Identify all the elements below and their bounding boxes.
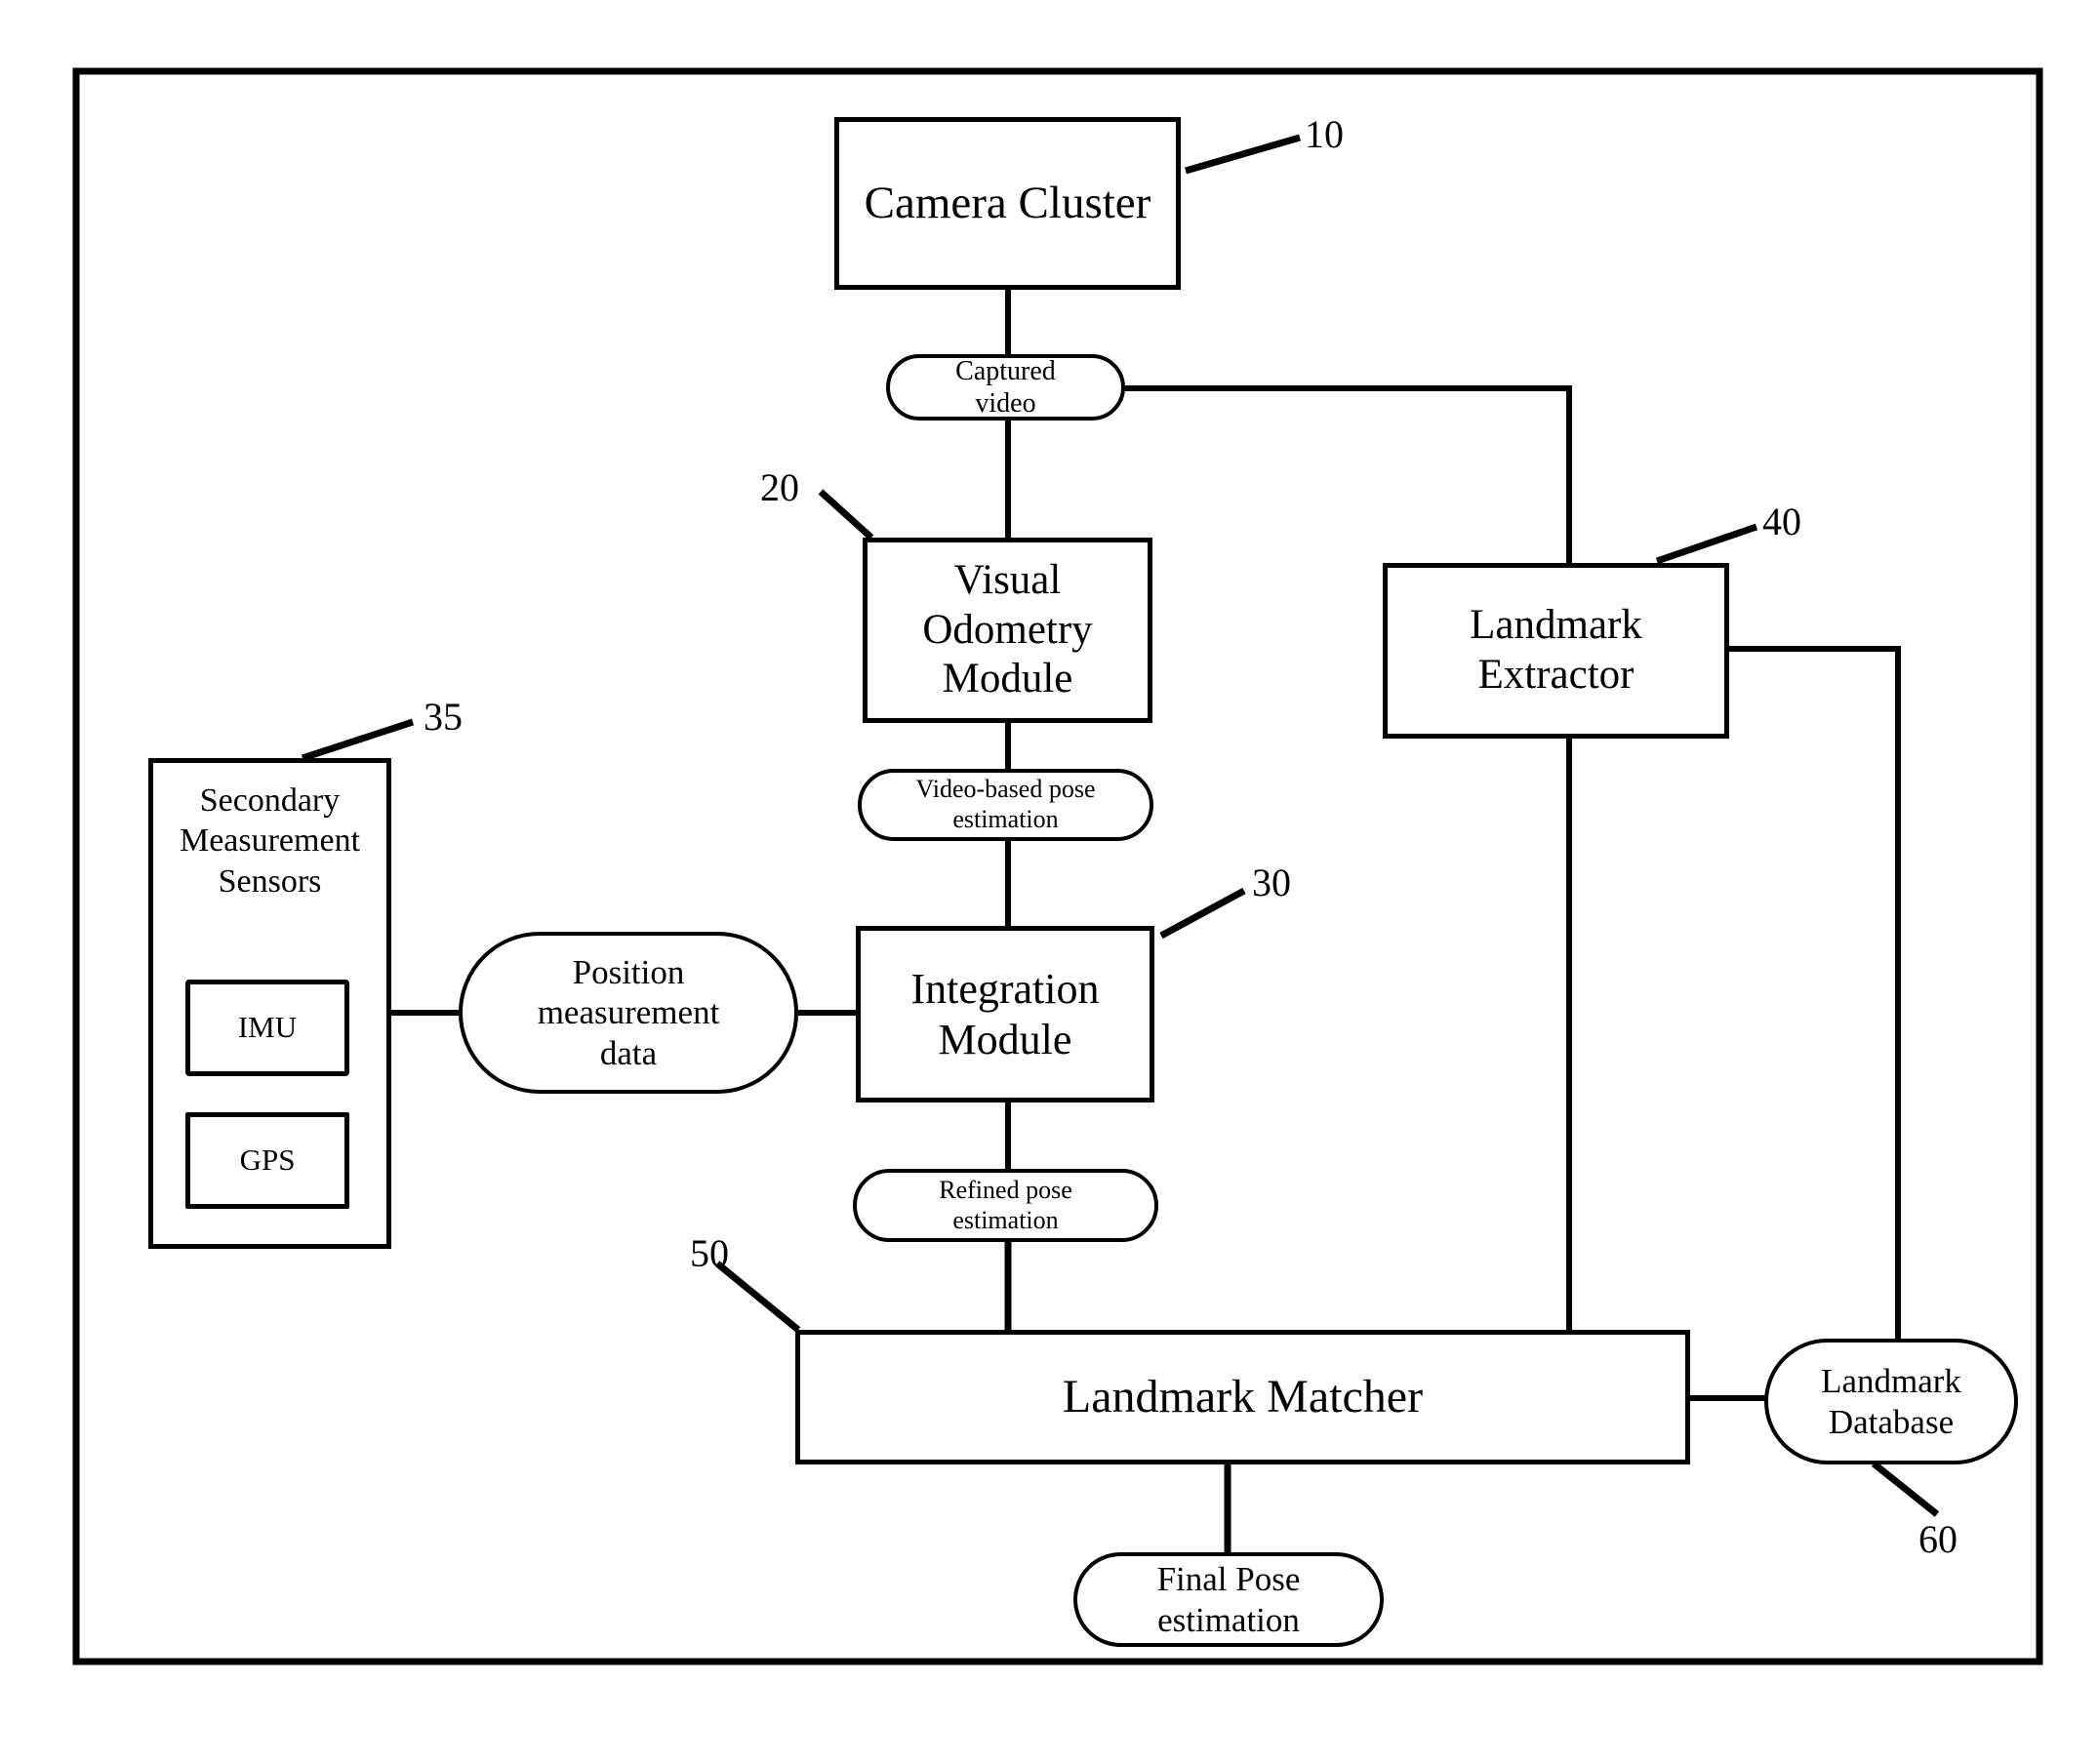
node-refined-pose-label: Refined pose estimation — [939, 1175, 1072, 1234]
node-secondary-measurement-sensors-label: Secondary Measurement Sensors — [179, 782, 361, 900]
node-position-measurement-data-label: Position measurement data — [537, 953, 720, 1072]
node-landmark-extractor[interactable]: Landmark Extractor — [1383, 563, 1729, 739]
node-captured-video-label: Captured video — [955, 355, 1056, 419]
node-visual-odometry-module[interactable]: Visual Odometry Module — [863, 538, 1152, 723]
node-final-pose[interactable]: Final Pose estimation — [1073, 1552, 1384, 1647]
node-video-based-pose-label: Video-based pose estimation — [915, 775, 1096, 833]
node-landmark-database-label: Landmark Database — [1821, 1362, 1961, 1441]
node-captured-video[interactable]: Captured video — [886, 354, 1125, 421]
node-landmark-extractor-label: Landmark Extractor — [1470, 602, 1642, 698]
line-extractor-to-database — [1729, 646, 1901, 1339]
node-video-based-pose[interactable]: Video-based pose estimation — [858, 769, 1153, 841]
node-gps[interactable]: GPS — [185, 1112, 349, 1209]
node-landmark-matcher[interactable]: Landmark Matcher — [795, 1330, 1690, 1464]
node-camera-cluster[interactable]: Camera Cluster — [834, 117, 1181, 290]
leader-line-60 — [1871, 1461, 1940, 1517]
node-landmark-database[interactable]: Landmark Database — [1764, 1339, 2018, 1464]
node-gps-label: GPS — [239, 1143, 296, 1178]
node-landmark-matcher-label: Landmark Matcher — [1062, 1370, 1424, 1423]
leader-line-10 — [1185, 134, 1301, 175]
leader-line-35 — [301, 718, 415, 762]
node-integration-module[interactable]: Integration Module — [856, 926, 1154, 1102]
line-captured-to-extractor — [1125, 385, 1572, 563]
node-secondary-measurement-sensors[interactable]: Secondary Measurement Sensors IMU GPS — [148, 758, 391, 1249]
reference-numeral-10: 10 — [1305, 112, 1344, 156]
node-position-measurement-data[interactable]: Position measurement data — [459, 932, 798, 1094]
reference-numeral-40: 40 — [1762, 500, 1801, 543]
node-visual-odometry-module-label: Visual Odometry Module — [922, 556, 1093, 702]
figure-canvas: Camera Cluster Captured video Visual Odo… — [0, 0, 2099, 1764]
node-refined-pose[interactable]: Refined pose estimation — [853, 1169, 1158, 1242]
reference-numeral-50: 50 — [690, 1231, 729, 1275]
node-integration-module-label: Integration Module — [910, 964, 1100, 1063]
reference-numeral-20: 20 — [760, 465, 799, 509]
node-camera-cluster-label: Camera Cluster — [864, 177, 1151, 228]
leader-line-20 — [818, 489, 874, 541]
leader-line-30 — [1159, 887, 1246, 940]
node-imu[interactable]: IMU — [185, 980, 349, 1076]
reference-numeral-30: 30 — [1252, 861, 1291, 904]
leader-line-40 — [1655, 523, 1758, 565]
reference-numeral-60: 60 — [1918, 1517, 1958, 1561]
reference-numeral-35: 35 — [424, 695, 463, 739]
node-imu-label: IMU — [237, 1010, 298, 1045]
leader-line-50 — [714, 1261, 801, 1333]
node-final-pose-label: Final Pose estimation — [1156, 1560, 1301, 1639]
